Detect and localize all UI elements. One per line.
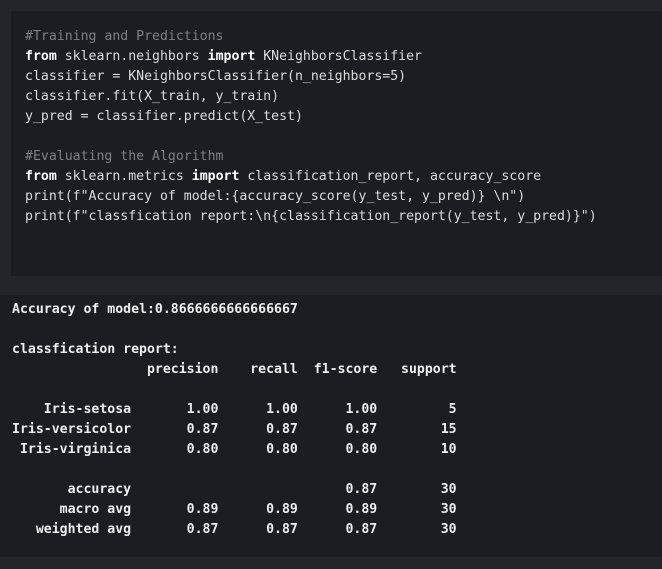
code-line: from sklearn.neighbors import KNeighbors… bbox=[25, 49, 422, 64]
code-line: classifier = KNeighborsClassifier(n_neig… bbox=[25, 69, 407, 84]
output-report-title: classfication report: bbox=[12, 342, 179, 357]
report-row-virginica: Iris-virginica 0.80 0.80 0.80 10 bbox=[12, 442, 457, 457]
code-line: from sklearn.metrics import classificati… bbox=[25, 169, 542, 184]
notebook-page: #Training and Predictions from sklearn.n… bbox=[0, 0, 662, 569]
report-row-weighted-avg: weighted avg 0.87 0.87 0.87 30 bbox=[12, 522, 457, 537]
report-row-accuracy: accuracy 0.87 30 bbox=[12, 482, 457, 497]
code-line: print(f"classfication report:\n{classifi… bbox=[25, 209, 597, 224]
output-cell: Accuracy of model:0.8666666666666667 cla… bbox=[0, 295, 662, 557]
output-blank-line bbox=[12, 460, 662, 480]
output-blank-line bbox=[12, 320, 662, 340]
code-line: #Evaluating the Algorithm bbox=[25, 149, 224, 164]
code-line: #Training and Predictions bbox=[25, 29, 224, 44]
code-cell[interactable]: #Training and Predictions from sklearn.n… bbox=[11, 11, 662, 276]
code-line: classifier.fit(X_train, y_train) bbox=[25, 89, 280, 104]
output-accuracy-line: Accuracy of model:0.8666666666666667 bbox=[12, 302, 298, 317]
code-line: print(f"Accuracy of model:{accuracy_scor… bbox=[25, 189, 526, 204]
report-row-macro-avg: macro avg 0.89 0.89 0.89 30 bbox=[12, 502, 457, 517]
report-header-row: precision recall f1-score support bbox=[12, 362, 457, 377]
report-row-setosa: Iris-setosa 1.00 1.00 1.00 5 bbox=[12, 402, 457, 417]
code-line: y_pred = classifier.predict(X_test) bbox=[25, 109, 303, 124]
output-blank-line bbox=[12, 380, 662, 400]
cell-gap bbox=[0, 557, 662, 569]
report-row-versicolor: Iris-versicolor 0.87 0.87 0.87 15 bbox=[12, 422, 457, 437]
